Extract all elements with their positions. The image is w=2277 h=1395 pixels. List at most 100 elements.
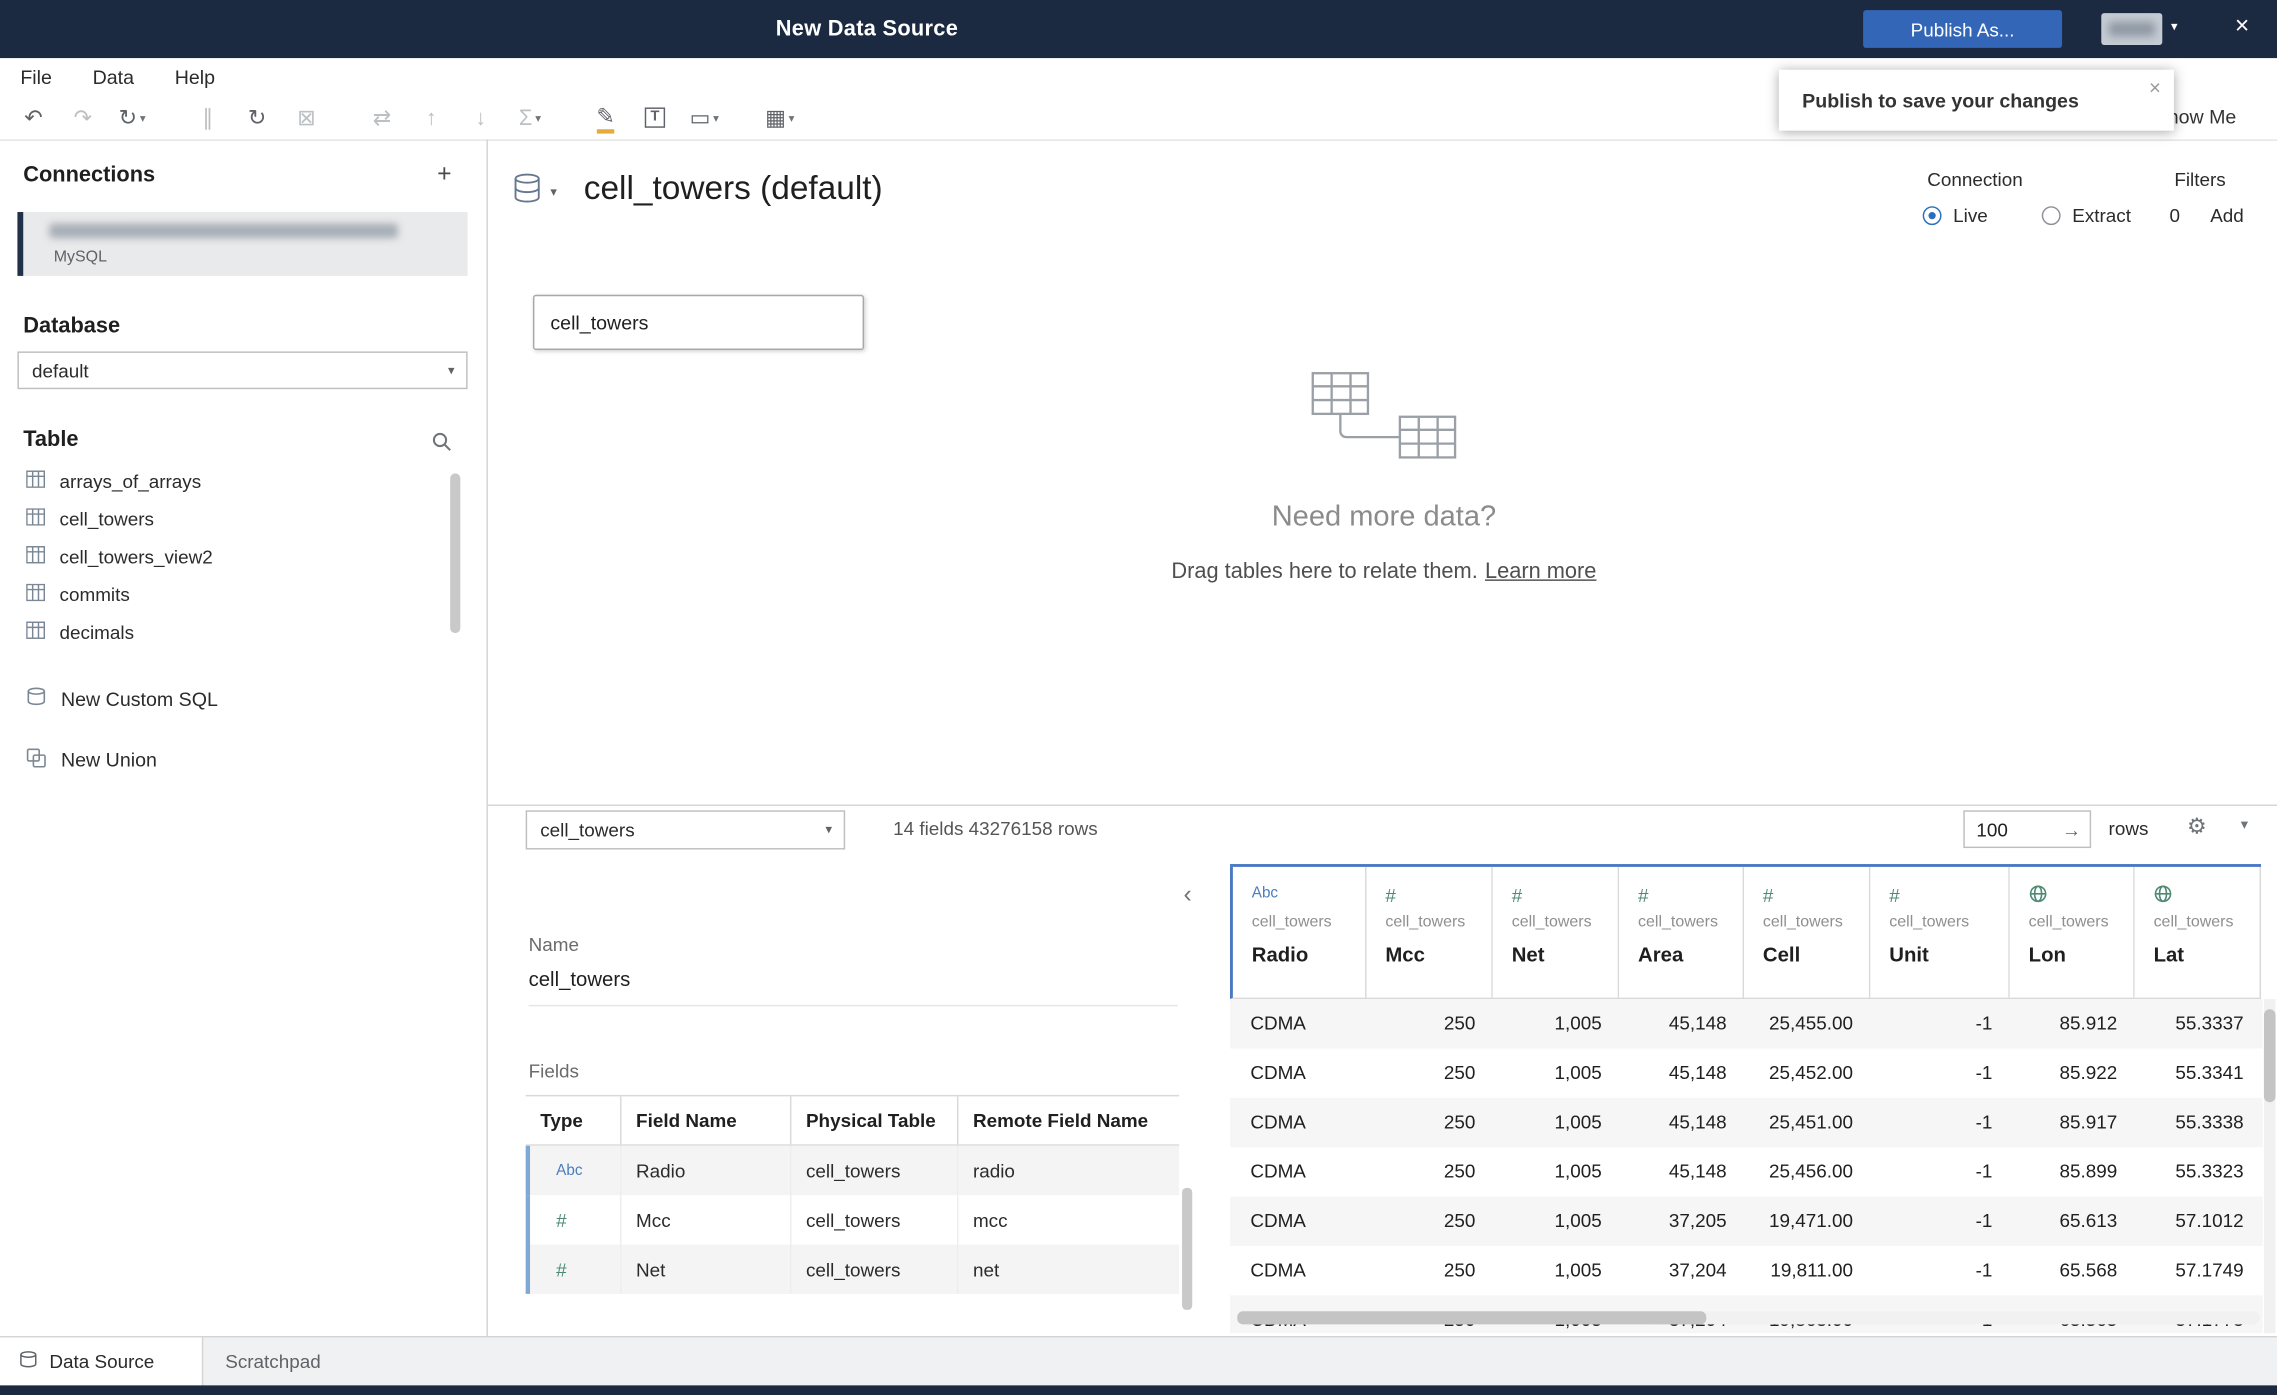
collapse-pane-icon[interactable]: ‹	[1184, 880, 1192, 909]
extract-label[interactable]: Extract	[2072, 205, 2131, 227]
grid-horizontal-scrollbar[interactable]	[1237, 1311, 2260, 1325]
grid-horizontal-scrollbar-thumb[interactable]	[1237, 1311, 1707, 1325]
tab-data-source[interactable]: Data Source	[0, 1337, 204, 1386]
redo-icon[interactable]: ↷	[58, 105, 107, 131]
search-icon[interactable]	[431, 431, 451, 459]
swap-rows-columns-icon[interactable]: ⇄	[357, 105, 406, 131]
extract-radio[interactable]	[2041, 206, 2061, 226]
databar-chevron-icon[interactable]: ▾	[2241, 818, 2248, 834]
apply-rows-arrow-icon[interactable]: →	[2062, 818, 2081, 840]
publish-as-button[interactable]: Publish As...	[1863, 10, 2063, 48]
bottom-tabbar: Data Source Scratchpad	[0, 1335, 2277, 1386]
refresh-icon[interactable]: ↻	[232, 105, 281, 131]
menu-help[interactable]: Help	[154, 66, 235, 88]
new-custom-sql-item[interactable]: New Custom SQL	[0, 678, 468, 719]
fields-table-scrollbar[interactable]	[1182, 1187, 1193, 1310]
publish-tooltip: Publish to save your changes ×	[1778, 69, 2174, 131]
table-item-decimals[interactable]: decimals	[0, 613, 468, 651]
number-type-icon: #	[1638, 884, 1649, 907]
account-menu[interactable]	[2101, 13, 2163, 46]
table-item-cell-towers-view2[interactable]: cell_towers_view2	[0, 537, 468, 575]
show-hide-cards-icon[interactable]: ▦ ▾	[755, 105, 804, 131]
replay-icon[interactable]: ↻ ▾	[107, 105, 156, 131]
live-radio[interactable]	[1922, 206, 1942, 226]
column-table-label: cell_towers	[2028, 913, 2109, 931]
text-label-glyph: T	[644, 107, 666, 128]
pause-updates-icon[interactable]: ∥	[183, 105, 232, 131]
window-close-icon[interactable]: ×	[2228, 12, 2257, 41]
column-name: Net	[1511, 942, 1545, 966]
grid-cell: CDMA	[1250, 1110, 1306, 1133]
grid-vertical-scrollbar-thumb[interactable]	[2263, 1009, 2276, 1103]
datasource-title: cell_towers (default)	[583, 168, 883, 207]
new-custom-sql-label: New Custom SQL	[60, 687, 218, 710]
field-row-mcc[interactable]: # Mcc cell_towers mcc	[525, 1195, 1179, 1245]
grid-cell: 25,452.00	[1768, 1061, 1853, 1084]
column-table-label: cell_towers	[1889, 913, 1970, 931]
add-filter-button[interactable]: Add	[2210, 205, 2244, 227]
table-item-arrays-of-arrays[interactable]: arrays_of_arrays	[0, 462, 468, 500]
column-header-radio[interactable]: Abc cell_towers Radio	[1229, 866, 1367, 1000]
chevron-down-icon: ▾	[825, 821, 833, 837]
column-name: Cell	[1762, 942, 1801, 966]
column-header-unit[interactable]: # cell_towers Unit	[1870, 866, 2010, 1000]
grid-cell: CDMA	[1250, 1160, 1306, 1183]
column-header-cell[interactable]: # cell_towers Cell	[1744, 866, 1871, 1000]
table-item-cell-towers[interactable]: cell_towers	[0, 500, 468, 538]
column-header-net[interactable]: # cell_towers Net	[1492, 866, 1620, 1000]
grid-vertical-scrollbar[interactable]	[2263, 999, 2276, 1334]
grid-cell: -1	[1975, 1160, 1993, 1183]
grid-row: CDMA 250 1,005 37,205 19,471.00 -1 65.613 57.10…	[1229, 1196, 2263, 1246]
table-item-label: arrays_of_arrays	[59, 469, 202, 492]
field-name-cell: Mcc	[622, 1195, 792, 1245]
globe-icon	[2154, 884, 2260, 907]
connection-item[interactable]: MySQL	[17, 212, 468, 276]
live-label[interactable]: Live	[1953, 205, 1988, 227]
text-label-icon[interactable]: T	[630, 107, 679, 128]
table-node-cell-towers[interactable]: cell_towers	[532, 294, 865, 350]
sidebar-scrollbar[interactable]	[450, 473, 461, 634]
field-name-cell: Net	[622, 1244, 792, 1294]
grid-cell: 55.3337	[2175, 1012, 2244, 1034]
sort-descending-icon[interactable]: ↓	[456, 105, 505, 130]
column-table-label: cell_towers	[2153, 913, 2234, 931]
learn-more-link[interactable]: Learn more	[1485, 559, 1596, 584]
tab-scratchpad[interactable]: Scratchpad	[203, 1337, 342, 1385]
datasource-db-icon[interactable]	[513, 173, 542, 212]
database-select[interactable]: default ▾	[17, 351, 468, 390]
tooltip-close-icon[interactable]: ×	[2149, 76, 2161, 99]
grid-cell: 250	[1443, 1209, 1476, 1232]
gear-icon[interactable]: ⚙	[2187, 813, 2207, 840]
grid-header: Abc cell_towers Radio # cell_towers Mcc …	[1229, 864, 2262, 1000]
need-more-data-text: Need more data?	[1271, 500, 1497, 533]
field-row-net[interactable]: # Net cell_towers net	[525, 1244, 1180, 1294]
undo-icon[interactable]: ↶	[9, 105, 58, 131]
menu-file[interactable]: File	[0, 66, 72, 88]
caret-down-icon: ▾	[788, 111, 795, 125]
cell-size-icon[interactable]: ▭ ▾	[680, 105, 729, 131]
grid-cell: 1,005	[1554, 1110, 1602, 1133]
grid-cell: 85.922	[2059, 1061, 2118, 1084]
grid-cell: 250	[1443, 1259, 1476, 1281]
column-header-area[interactable]: # cell_towers Area	[1619, 866, 1745, 1000]
field-row-radio[interactable]: Abc Radio cell_towers radio	[525, 1145, 1180, 1196]
menu-data[interactable]: Data	[72, 66, 154, 88]
remote-field-cell: net	[972, 1258, 1000, 1281]
table-icon	[26, 583, 46, 605]
sort-ascending-icon[interactable]: ↑	[407, 105, 456, 130]
column-header-lat[interactable]: cell_towers Lat	[2134, 866, 2262, 1000]
account-caret-icon[interactable]: ▾	[2171, 19, 2178, 35]
row-limit-input[interactable]: 100 →	[1963, 810, 2092, 849]
table-item-commits[interactable]: commits	[0, 575, 468, 613]
add-connection-icon[interactable]: +	[431, 160, 457, 189]
new-union-item[interactable]: New Union	[0, 739, 468, 780]
datasource-caret-icon[interactable]: ▾	[550, 184, 557, 200]
totals-icon[interactable]: Σ ▾	[505, 105, 554, 130]
column-header-lon[interactable]: cell_towers Lon	[2009, 866, 2135, 1000]
column-header-mcc[interactable]: # cell_towers Mcc	[1366, 866, 1493, 1000]
clear-sheet-icon[interactable]: ⊠	[282, 105, 331, 131]
highlight-icon[interactable]: ✎	[581, 102, 630, 133]
name-value-field[interactable]: cell_towers	[528, 967, 1178, 1007]
grid-cell: 57.1012	[2175, 1209, 2244, 1232]
table-selector-dropdown[interactable]: cell_towers ▾	[525, 810, 846, 850]
